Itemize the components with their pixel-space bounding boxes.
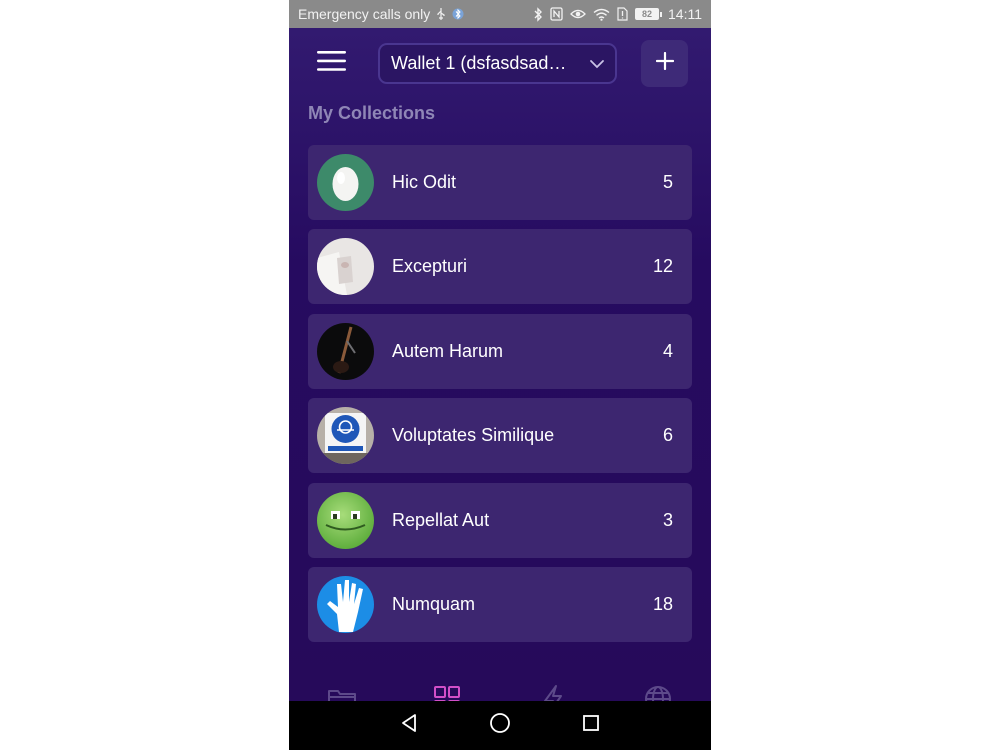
nfc-icon [550, 7, 563, 21]
home-button[interactable] [480, 706, 520, 746]
collection-name: Autem Harum [392, 340, 504, 361]
collection-item-numquam[interactable]: Numquam 18 [308, 566, 692, 642]
status-right: 82 14:11 [533, 6, 702, 22]
carrier-text: Emergency calls only [298, 6, 431, 22]
hand-avatar [317, 575, 374, 633]
collection-count: 6 [662, 425, 673, 446]
guitar-avatar [317, 322, 374, 380]
collection-count: 18 [652, 593, 673, 614]
usb-icon [436, 7, 446, 21]
collection-item-autem-harum[interactable]: Autem Harum 4 [308, 313, 692, 389]
collection-item-repellat-aut[interactable]: Repellat Aut 3 [308, 482, 692, 558]
wallet-label: Wallet 1 (dsfasdsad… [391, 53, 567, 73]
back-button[interactable] [389, 706, 429, 746]
wallet-selector[interactable]: Wallet 1 (dsfasdsad… [378, 43, 617, 84]
collection-name: Voluptates Similique [392, 425, 555, 446]
status-bar: Emergency calls only 82 14:11 [289, 0, 711, 28]
hamburger-icon [317, 50, 347, 77]
collection-count: 12 [652, 256, 673, 277]
collection-count: 4 [662, 340, 673, 361]
status-time: 14:11 [668, 6, 702, 22]
collection-count: 5 [662, 172, 673, 192]
safety-sign-avatar [317, 407, 374, 465]
battery-icon: 82 [635, 8, 662, 20]
phone-screen: Emergency calls only 82 14:11 Wallet 1 (… [289, 0, 711, 750]
collection-item-excepturi[interactable]: Excepturi 12 [308, 229, 692, 305]
bluetooth-icon [533, 6, 543, 22]
collection-name: Excepturi [392, 256, 468, 277]
status-left: Emergency calls only [298, 6, 533, 22]
collection-list: Hic Odit 5 Excepturi 12 Autem Harum 4 Vo… [308, 145, 692, 651]
android-nav-bar [289, 701, 711, 750]
app-content: Wallet 1 (dsfasdsad… My Collections Hic … [289, 28, 711, 713]
home-circle-icon [489, 712, 511, 739]
egg-avatar [317, 154, 374, 211]
green-face-avatar [317, 491, 374, 549]
add-wallet-button[interactable] [641, 40, 688, 87]
photo-avatar [317, 238, 374, 296]
bluetooth-small-icon [452, 7, 464, 21]
recents-button[interactable] [571, 706, 611, 746]
back-triangle-icon [400, 713, 418, 738]
wifi-icon [593, 8, 610, 21]
app-header: Wallet 1 (dsfasdsad… [289, 28, 711, 100]
chevron-down-icon [589, 53, 605, 74]
plus-icon [655, 51, 674, 75]
collection-name: Hic Odit [392, 172, 457, 192]
eye-icon [570, 8, 586, 20]
section-title: My Collections [308, 103, 436, 123]
recents-square-icon [582, 714, 600, 737]
collection-count: 3 [662, 509, 673, 530]
sim-alert-icon [617, 7, 628, 21]
menu-button[interactable] [311, 42, 353, 84]
collection-item-hic-odit[interactable]: Hic Odit 5 [308, 145, 692, 220]
collection-name: Repellat Aut [392, 509, 490, 530]
collection-name: Numquam [392, 593, 476, 614]
collection-item-voluptates-similique[interactable]: Voluptates Similique 6 [308, 398, 692, 474]
